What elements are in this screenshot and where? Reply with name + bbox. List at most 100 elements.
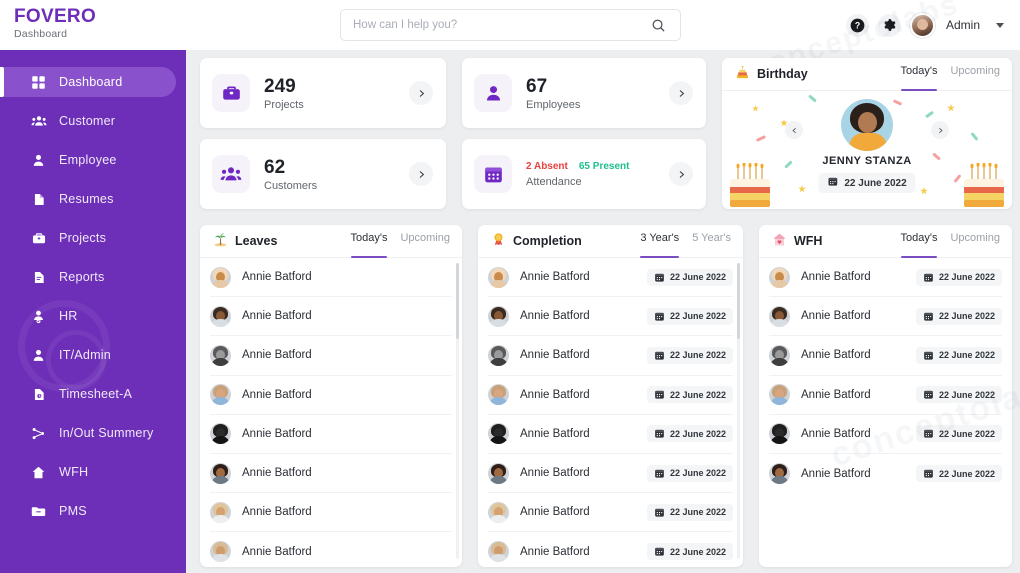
birthday-date: 22 June 2022 (844, 177, 907, 189)
wfh-tab-today-s[interactable]: Today's (900, 225, 937, 258)
search-bar[interactable] (340, 9, 681, 41)
stat-label: Employees (526, 98, 581, 111)
chevron-right-icon[interactable] (931, 121, 949, 139)
date-pill: 22 June 2022 (646, 543, 733, 561)
user-icon (30, 347, 47, 364)
avatar (769, 423, 790, 445)
leaves-scrollbar[interactable] (456, 263, 459, 559)
wfh-list-item[interactable]: Annie Batford 22 June 2022 (769, 297, 1002, 337)
sidebar-item-resumes[interactable]: Resumes (0, 184, 176, 214)
completion-list-item[interactable]: Annie Batford 22 June 2022 (488, 258, 733, 298)
chevron-left-icon[interactable] (785, 121, 803, 139)
avatar (769, 344, 790, 366)
search-icon[interactable] (648, 15, 668, 35)
date-label: 22 June 2022 (938, 389, 995, 400)
sidebar-item-dashboard[interactable]: Dashboard (0, 67, 176, 97)
date-pill: 22 June 2022 (646, 425, 733, 443)
completion-scrollbar[interactable] (737, 263, 740, 559)
calendar-icon (654, 507, 665, 518)
completion-list-item[interactable]: Annie Batford 22 June 2022 (488, 454, 733, 494)
person-name: Annie Batford (520, 467, 590, 480)
leaves-tab-upcoming[interactable]: Upcoming (400, 225, 450, 258)
wfh-tab-upcoming[interactable]: Upcoming (950, 225, 1000, 258)
sidebar-item-pms[interactable]: PMS (0, 496, 176, 526)
date-pill: 22 June 2022 (646, 268, 733, 286)
person-name: Annie Batford (242, 467, 312, 480)
wfh-list-item[interactable]: Annie Batford 22 June 2022 (769, 336, 1002, 376)
help-circle-icon[interactable]: ? (845, 13, 869, 37)
stat-card-projects[interactable]: 249 Projects (200, 58, 446, 128)
sidebar-item-reports[interactable]: Reports (0, 262, 176, 292)
birthday-tab-upcoming[interactable]: Upcoming (950, 58, 1000, 91)
completion-list-item[interactable]: Annie Batford 22 June 2022 (488, 415, 733, 454)
sidebar-item-wfh[interactable]: WFH (0, 457, 176, 487)
leaves-list-item[interactable]: Annie Batford (210, 336, 452, 376)
search-input[interactable] (353, 19, 648, 31)
completion-list-item[interactable]: Annie Batford 22 June 2022 (488, 376, 733, 415)
person-name: Annie Batford (242, 427, 312, 440)
grid-icon (30, 74, 47, 91)
person-name: Annie Batford (801, 388, 871, 401)
completion-list-item[interactable]: Annie Batford 22 June 2022 (488, 336, 733, 376)
sidebar-item-it-admin[interactable]: IT/Admin (0, 340, 176, 370)
completion-list-item[interactable]: Annie Batford 22 June 2022 (488, 297, 733, 337)
stats-row: 249 Projects 62 Customers 67 Employees 2… (200, 58, 1012, 220)
birthday-avatar (841, 99, 893, 151)
stat-card-customers[interactable]: 62 Customers (200, 139, 446, 209)
sidebar-item-hr[interactable]: HR (0, 301, 176, 331)
chevron-right-icon[interactable] (669, 162, 693, 186)
wfh-list-item[interactable]: Annie Batford 22 June 2022 (769, 454, 1002, 493)
leaves-list-item[interactable]: Annie Batford (210, 493, 452, 533)
avatar (769, 266, 790, 288)
stats-column-right: 67 Employees 2 Absent 65 Present Attenda… (462, 58, 706, 220)
document-icon (30, 191, 47, 208)
date-pill: 22 June 2022 (915, 386, 1002, 404)
avatar[interactable] (909, 12, 935, 38)
leaves-list-item[interactable]: Annie Batford (210, 376, 452, 415)
chevron-down-icon[interactable] (996, 22, 1004, 28)
person-name: Annie Batford (520, 349, 590, 362)
briefcase-icon (212, 74, 250, 112)
gear-icon[interactable] (877, 13, 901, 37)
sidebar-item-label: Reports (59, 270, 105, 284)
stat-card-employees[interactable]: 67 Employees (462, 58, 706, 128)
stat-card-attendance[interactable]: 2 Absent 65 Present Attendance (462, 139, 706, 209)
completion-tab-3-year-s[interactable]: 3 Year's (640, 225, 679, 258)
person-name: Annie Batford (520, 506, 590, 519)
sidebar-item-projects[interactable]: Projects (0, 223, 176, 253)
avatar (488, 462, 509, 484)
chevron-right-icon[interactable] (669, 81, 693, 105)
chevron-right-icon[interactable] (409, 81, 433, 105)
wfh-list-item[interactable]: Annie Batford 22 June 2022 (769, 376, 1002, 415)
avatar (769, 305, 790, 327)
content: 249 Projects 62 Customers 67 Employees 2… (186, 50, 1020, 573)
scrollbar-thumb[interactable] (737, 263, 740, 339)
stat-value: 62 (264, 156, 286, 178)
chevron-right-icon[interactable] (409, 162, 433, 186)
leaves-list-item[interactable]: Annie Batford (210, 297, 452, 337)
sidebar-item-customer[interactable]: Customer (0, 106, 176, 136)
sidebar-item-timesheet-a[interactable]: Timesheet-A (0, 379, 176, 409)
completion-list-item[interactable]: Annie Batford 22 June 2022 (488, 493, 733, 533)
leaves-list-item[interactable]: Annie Batford (210, 532, 452, 567)
completion-list-item[interactable]: Annie Batford 22 June 2022 (488, 532, 733, 567)
sidebar-item-in-out-summery[interactable]: In/Out Summery (0, 418, 176, 448)
home-heart-icon (772, 232, 787, 250)
sidebar-item-employee[interactable]: Employee (0, 145, 176, 175)
leaves-list-item[interactable]: Annie Batford (210, 415, 452, 454)
birthday-tab-today-s[interactable]: Today's (900, 58, 937, 91)
leaves-list-item[interactable]: Annie Batford (210, 258, 452, 298)
avatar (210, 344, 231, 366)
wfh-list-item[interactable]: Annie Batford 22 June 2022 (769, 415, 1002, 454)
leaves-tab-today-s[interactable]: Today's (350, 225, 387, 258)
avatar (210, 462, 231, 484)
avatar (488, 344, 509, 366)
avatar (769, 463, 790, 485)
scrollbar-thumb[interactable] (456, 263, 459, 339)
completion-tab-5-year-s[interactable]: 5 Year's (692, 225, 731, 258)
confetti (920, 187, 928, 195)
avatar (210, 541, 231, 563)
wfh-list-item[interactable]: Annie Batford 22 June 2022 (769, 258, 1002, 298)
leaves-list-item[interactable]: Annie Batford (210, 454, 452, 494)
sidebar-item-label: In/Out Summery (59, 426, 154, 440)
